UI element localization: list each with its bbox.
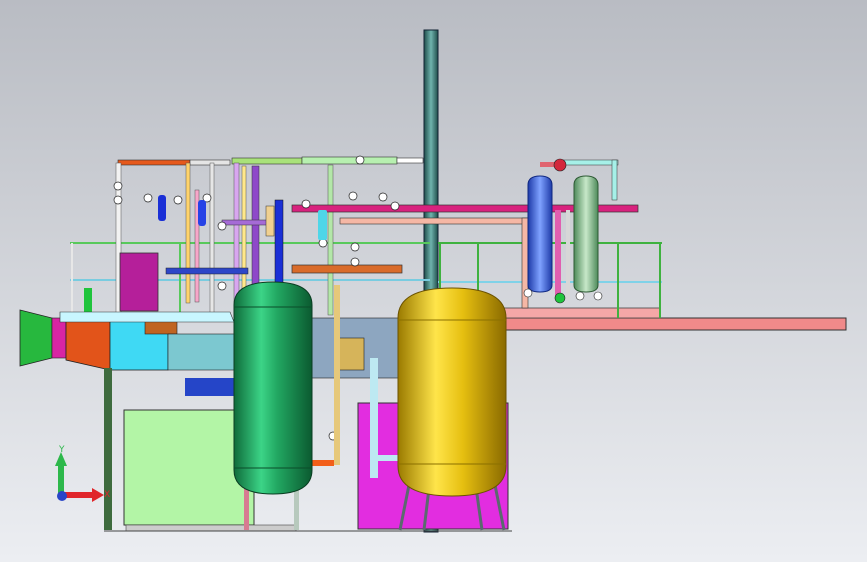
z-axis-dot xyxy=(57,491,67,501)
x-axis-arrow xyxy=(64,492,94,498)
y-axis-arrow xyxy=(58,464,64,494)
x-axis-label: X xyxy=(104,490,110,500)
cad-viewport[interactable]: Y X xyxy=(0,0,867,562)
y-axis-label: Y xyxy=(58,445,65,455)
cad-model-view[interactable]: Y X xyxy=(0,0,867,562)
